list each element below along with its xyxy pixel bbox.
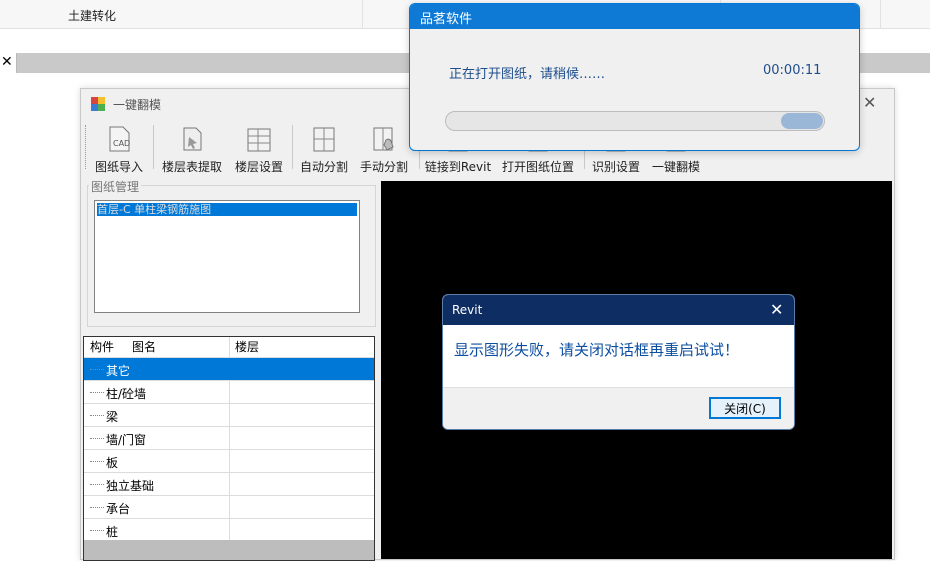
- tree-row[interactable]: 独立基础: [84, 472, 374, 496]
- toolbar-label: 楼层表提取: [161, 160, 222, 174]
- manual-split-icon: [373, 127, 394, 151]
- tree-row[interactable]: 其它: [84, 357, 374, 381]
- toolbar-separator: [153, 125, 154, 169]
- tree-row-label: 梁: [106, 410, 119, 424]
- auto-split-button[interactable]: 自动分割: [296, 121, 352, 174]
- tree-row-label: 其它: [106, 364, 131, 378]
- revit-error-dialog: Revit ✕ 显示图形失败，请关闭对话框再重启试试！ 关闭(C): [442, 294, 795, 430]
- close-button[interactable]: 关闭(C): [709, 397, 781, 419]
- progress-dialog-title-bar: 品茗软件: [410, 4, 859, 29]
- tree-connector: [90, 530, 104, 531]
- tree-row[interactable]: 墙/门窗: [84, 426, 374, 450]
- tree-connector: [90, 415, 104, 416]
- tree-connector: [90, 507, 104, 508]
- tree-connector: [90, 461, 104, 462]
- close-icon[interactable]: ✕: [863, 93, 876, 112]
- progress-bar-marquee: [781, 113, 823, 129]
- close-icon[interactable]: ✕: [1, 54, 13, 70]
- background-header-label: 土建转化: [68, 9, 117, 23]
- component-tree-table: 构件 图名 楼层 其它 柱/砼墙 梁 墙/门窗 板 独立基础 承台 桩: [83, 336, 375, 561]
- tree-row[interactable]: 承台: [84, 495, 374, 519]
- tree-row-label: 独立基础: [106, 479, 155, 493]
- auto-split-icon: [313, 127, 335, 152]
- drawing-list-item[interactable]: 首层-C 单柱梁钢筋施图: [97, 203, 357, 216]
- tree-row-label: 柱/砼墙: [106, 387, 147, 401]
- app-icon: [91, 97, 105, 111]
- error-dialog-footer: 关闭(C): [443, 387, 794, 429]
- floor-table-extract-icon: [183, 127, 202, 151]
- manual-split-button[interactable]: 手动分割: [356, 121, 412, 174]
- window-title: 一键翻模: [113, 98, 162, 112]
- tree-row[interactable]: 板: [84, 449, 374, 473]
- tree-horizontal-scrollbar[interactable]: [84, 540, 374, 560]
- progress-bar: [445, 111, 825, 131]
- cad-import-icon: CAD: [109, 126, 130, 152]
- progress-dialog-title: 品茗软件: [420, 12, 473, 27]
- toolbar-label: 图纸导入: [94, 160, 143, 174]
- tree-row-label: 墙/门窗: [106, 433, 147, 447]
- tree-row[interactable]: 梁: [84, 403, 374, 427]
- toolbar-label: 楼层设置: [234, 160, 283, 174]
- tree-row-label: 承台: [106, 502, 131, 516]
- toolbar-label: 识别设置: [591, 160, 640, 174]
- toolbar-label: 手动分割: [359, 160, 408, 174]
- tree-connector: [90, 392, 104, 393]
- toolbar-label: 一键翻模: [651, 160, 700, 174]
- tree-row-label: 板: [106, 456, 119, 470]
- toolbar-label: 打开图纸位置: [501, 160, 574, 174]
- error-message: 显示图形失败，请关闭对话框再重启试试！: [454, 341, 740, 359]
- header-component[interactable]: 构件: [90, 337, 114, 357]
- tree-connector: [90, 484, 104, 485]
- drawing-list[interactable]: 首层-C 单柱梁钢筋施图: [94, 200, 360, 313]
- tree-row[interactable]: 桩: [84, 518, 374, 542]
- header-drawing-name[interactable]: 图名: [132, 337, 156, 357]
- floor-settings-button[interactable]: 楼层设置: [231, 121, 287, 174]
- floor-settings-icon: [247, 128, 271, 152]
- elapsed-time: 00:00:11: [763, 63, 822, 78]
- drawing-management-label: 图纸管理: [89, 178, 142, 195]
- error-dialog-title-bar: Revit ✕: [443, 295, 794, 325]
- header-floor[interactable]: 楼层: [235, 337, 259, 357]
- progress-dialog: 品茗软件 正在打开图纸，请稍候…… 00:00:11: [409, 3, 860, 151]
- error-dialog-title: Revit: [452, 303, 483, 317]
- toolbar-separator: [292, 125, 293, 169]
- close-icon[interactable]: ✕: [770, 300, 783, 319]
- progress-message: 正在打开图纸，请稍候……: [449, 67, 606, 82]
- import-drawing-button[interactable]: CAD 图纸导入: [93, 121, 145, 174]
- svg-text:CAD: CAD: [113, 139, 130, 148]
- floor-table-extract-button[interactable]: 楼层表提取: [159, 121, 225, 174]
- tree-connector: [90, 369, 104, 370]
- toolbar-grip: [85, 125, 88, 169]
- tree-connector: [90, 438, 104, 439]
- tree-row-label: 桩: [106, 525, 119, 539]
- toolbar-label: 自动分割: [299, 160, 348, 174]
- tree-row[interactable]: 柱/砼墙: [84, 380, 374, 404]
- toolbar-label: 链接到Revit: [424, 160, 492, 174]
